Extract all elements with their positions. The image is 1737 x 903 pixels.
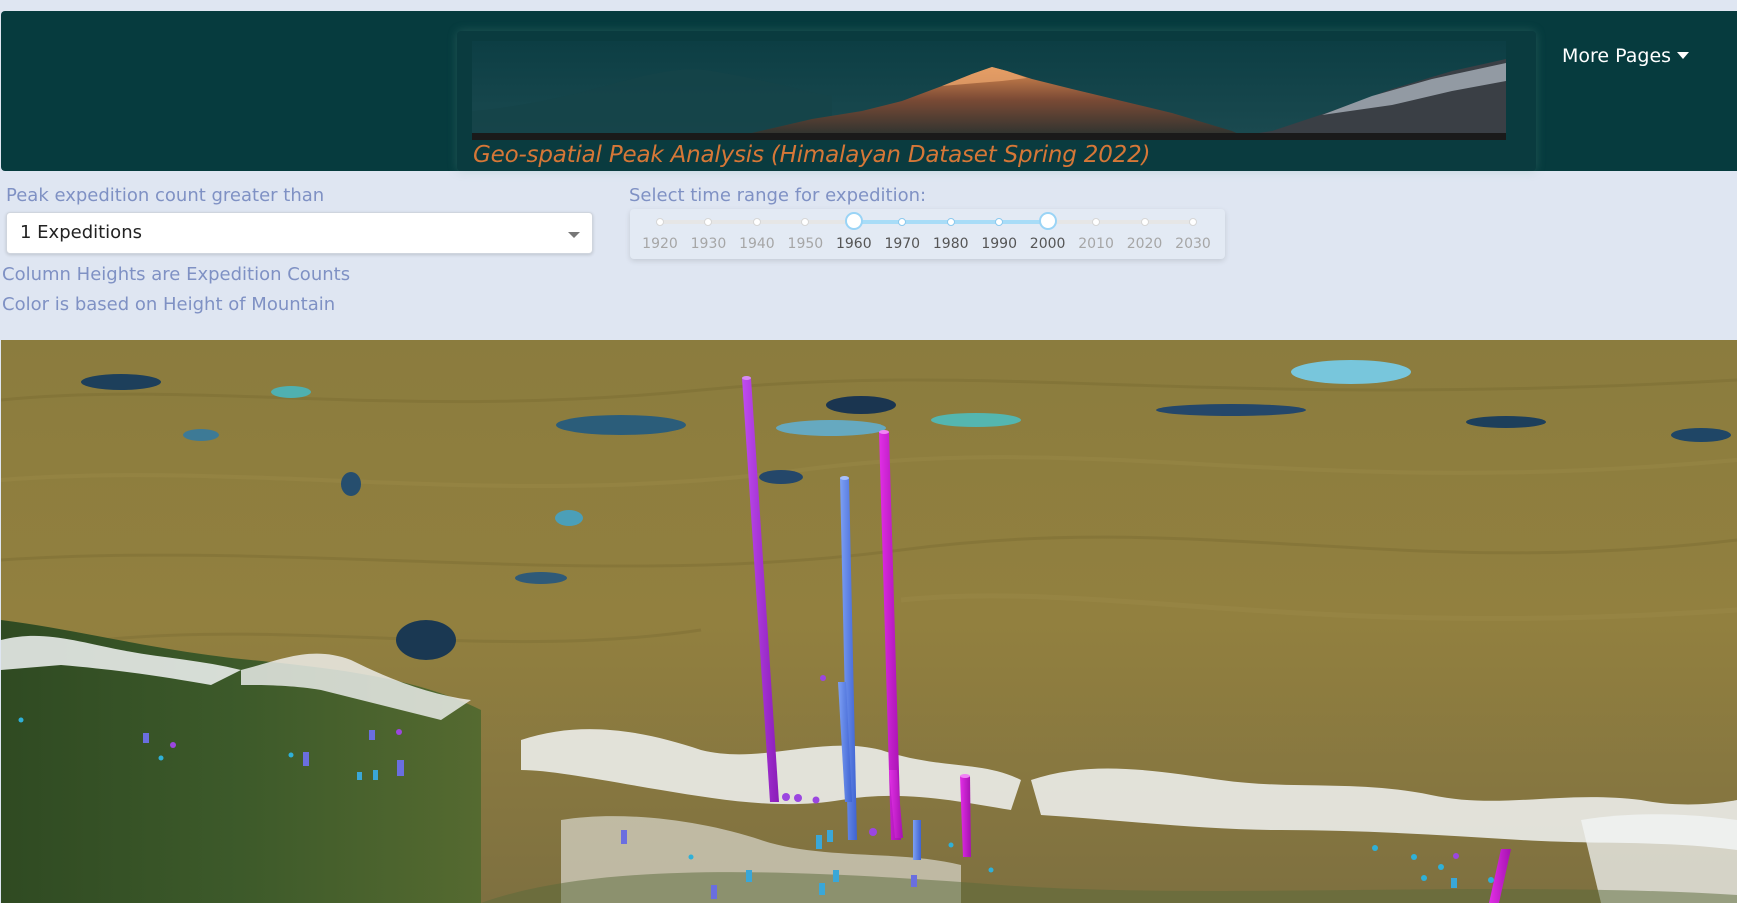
time-range-slider[interactable]: 1920 1930 1940 1950 1960 1970 1980 1990 2000 2010…: [630, 209, 1225, 259]
slider-mark-label: 1920: [642, 236, 678, 252]
slider-mark-dot[interactable]: [1140, 218, 1149, 226]
slider-mark-label: 1960: [835, 236, 872, 252]
chevron-down-icon: [1677, 52, 1690, 59]
slider-start-handle[interactable]: [844, 212, 863, 230]
3d-terrain-map[interactable]: [1, 340, 1737, 903]
slider-mark-label: 1930: [690, 236, 727, 252]
slider-mark-label: 2000: [1029, 236, 1066, 252]
slider-mark-dot[interactable]: [752, 218, 761, 226]
slider-mark-label: 2020: [1126, 236, 1163, 252]
slider-mark-dot[interactable]: [801, 218, 810, 226]
expedition-filter-label: Peak expedition count greater than: [6, 185, 325, 206]
slider-mark-label: 2010: [1078, 236, 1114, 252]
slider-mark-label: 1970: [884, 236, 921, 252]
legend-column-heights: Column Heights are Expedition Counts: [2, 264, 351, 285]
slider-end-handle[interactable]: [1038, 212, 1057, 230]
banner-card: Geo-spatial Peak Analysis (Himalayan Dat…: [457, 31, 1536, 171]
slider-mark-dot[interactable]: [1092, 218, 1101, 226]
time-range-label: Select time range for expedition:: [629, 185, 927, 206]
slider-mark-dot[interactable]: [656, 218, 664, 226]
slider-mark-dot[interactable]: [1189, 218, 1197, 226]
slider-mark-dot[interactable]: [704, 218, 713, 226]
expedition-count-select[interactable]: 1 Expeditions: [6, 212, 593, 254]
legend-color: Color is based on Height of Mountain: [2, 294, 336, 315]
slider-mark-label: 2030: [1175, 236, 1211, 252]
slider-mark-label: 1950: [787, 236, 824, 252]
slider-mark-label: 1940: [739, 236, 775, 252]
header-bar: Geo-spatial Peak Analysis (Himalayan Dat…: [1, 11, 1737, 171]
mountain-banner-image: [472, 41, 1506, 140]
slider-mark-dot[interactable]: [946, 218, 955, 226]
expedition-count-value: 1 Expeditions: [20, 222, 142, 243]
slider-mark-label: 1990: [981, 236, 1017, 252]
page-title: Geo-spatial Peak Analysis (Himalayan Dat…: [473, 142, 1151, 168]
column-peak[interactable]: [913, 820, 921, 860]
more-pages-dropdown[interactable]: More Pages: [1562, 45, 1690, 67]
slider-mark-label: 1980: [932, 236, 969, 252]
slider-mark-dot[interactable]: [898, 218, 907, 226]
slider-mark-dot[interactable]: [995, 218, 1004, 226]
more-pages-label: More Pages: [1562, 45, 1672, 67]
chevron-down-icon: [568, 232, 580, 238]
